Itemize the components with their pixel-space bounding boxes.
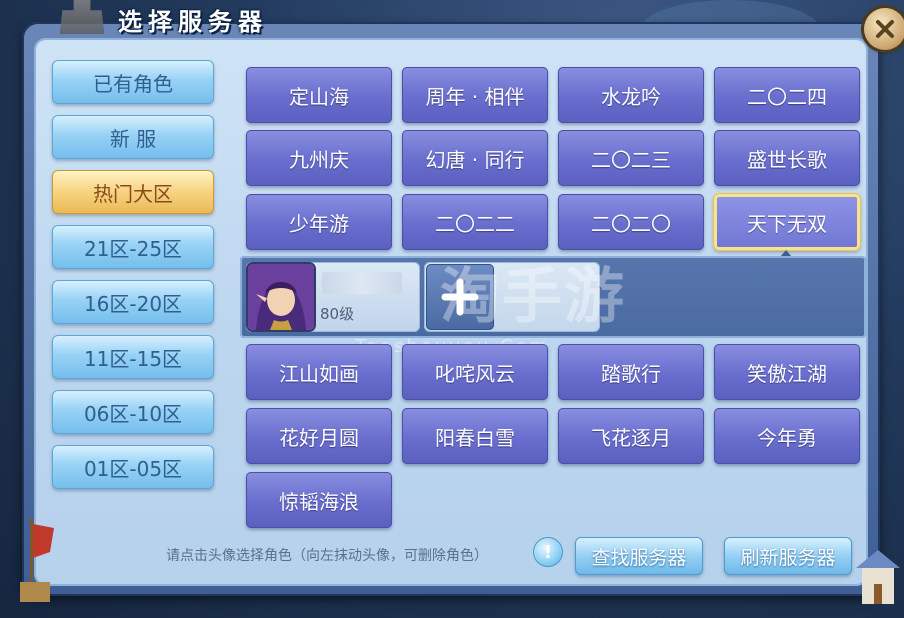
- house-decoration-icon: [856, 550, 900, 604]
- server-button[interactable]: 阳春白雪: [402, 408, 548, 464]
- server-name: 九州庆: [289, 147, 349, 172]
- server-name: 叱咤风云: [435, 361, 515, 386]
- refresh-server-button[interactable]: 刷新服务器: [724, 537, 852, 575]
- server-name: 二〇二三: [591, 147, 671, 172]
- tab-label: 16区-20区: [83, 291, 183, 316]
- server-name: 少年游: [289, 211, 349, 236]
- server-button[interactable]: 九州庆: [246, 130, 392, 186]
- server-name: 飞花逐月: [591, 425, 671, 450]
- server-name: 周年 · 相伴: [425, 84, 525, 109]
- server-name: 幻唐 · 同行: [425, 147, 525, 172]
- blurred-character-name: [322, 272, 402, 294]
- server-button[interactable]: 花好月圆: [246, 408, 392, 464]
- flag-decoration-icon: [20, 518, 54, 602]
- castle-tower-decoration: [59, 0, 105, 34]
- button-label: 刷新服务器: [740, 546, 836, 569]
- character-level: 80级: [320, 305, 355, 323]
- server-button[interactable]: 二〇二〇: [558, 194, 704, 250]
- tab-zone-11-15[interactable]: 11区-15区: [52, 335, 214, 379]
- server-button[interactable]: 水龙吟: [558, 67, 704, 123]
- server-name: 花好月圆: [279, 425, 359, 450]
- tab-hot-zones[interactable]: 热门大区: [52, 170, 214, 214]
- info-exclamation-icon[interactable]: !: [534, 538, 562, 566]
- close-icon: [876, 20, 894, 38]
- server-button[interactable]: 惊韬海浪: [246, 472, 392, 528]
- tab-zone-16-20[interactable]: 16区-20区: [52, 280, 214, 324]
- server-name: 定山海: [289, 84, 349, 109]
- server-name: 二〇二四: [747, 84, 827, 109]
- tab-label: 11区-15区: [83, 346, 183, 371]
- server-name: 踏歌行: [601, 361, 661, 386]
- tab-zone-21-25[interactable]: 21区-25区: [52, 225, 214, 269]
- tab-label: 热门大区: [93, 181, 173, 206]
- server-name: 天下无双: [747, 211, 827, 236]
- server-button[interactable]: 周年 · 相伴: [402, 67, 548, 123]
- server-name: 江山如画: [279, 361, 359, 386]
- server-button-selected[interactable]: 天下无双: [714, 194, 860, 250]
- tab-label: 21区-25区: [83, 236, 183, 261]
- tab-label: 新 服: [109, 126, 157, 151]
- server-button[interactable]: 江山如画: [246, 344, 392, 400]
- close-button[interactable]: [864, 8, 904, 50]
- server-button[interactable]: 二〇二二: [402, 194, 548, 250]
- dialog-title: 选择服务器: [118, 8, 268, 36]
- server-name: 笑傲江湖: [747, 361, 827, 386]
- tab-existing-roles[interactable]: 已有角色: [52, 60, 214, 104]
- tab-zone-01-05[interactable]: 01区-05区: [52, 445, 214, 489]
- tab-label: 已有角色: [93, 71, 173, 96]
- server-button[interactable]: 盛世长歌: [714, 130, 860, 186]
- tab-label: 01区-05区: [83, 456, 183, 481]
- server-button[interactable]: 幻唐 · 同行: [402, 130, 548, 186]
- tab-new-servers[interactable]: 新 服: [52, 115, 214, 159]
- tab-zone-06-10[interactable]: 06区-10区: [52, 390, 214, 434]
- server-name: 惊韬海浪: [279, 489, 359, 514]
- watermark-logo: 淘手游: [440, 262, 626, 332]
- server-name: 阳春白雪: [435, 425, 515, 450]
- server-button[interactable]: 今年勇: [714, 408, 860, 464]
- character-portrait-icon: [248, 264, 314, 330]
- server-button[interactable]: 叱咤风云: [402, 344, 548, 400]
- tab-label: 06区-10区: [83, 401, 183, 426]
- server-button[interactable]: 笑傲江湖: [714, 344, 860, 400]
- find-server-button[interactable]: 查找服务器: [575, 537, 703, 575]
- server-name: 二〇二二: [435, 211, 515, 236]
- server-name: 今年勇: [757, 425, 817, 450]
- server-name: 盛世长歌: [747, 147, 827, 172]
- server-name: 二〇二〇: [591, 211, 671, 236]
- hint-text: 请点击头像选择角色（向左抹动头像，可删除角色）: [166, 548, 488, 564]
- server-button[interactable]: 飞花逐月: [558, 408, 704, 464]
- avatar[interactable]: [248, 264, 314, 330]
- server-name: 水龙吟: [601, 84, 661, 109]
- server-button[interactable]: 二〇二三: [558, 130, 704, 186]
- button-label: 查找服务器: [591, 546, 687, 569]
- server-button[interactable]: 定山海: [246, 67, 392, 123]
- server-button[interactable]: 少年游: [246, 194, 392, 250]
- server-button[interactable]: 二〇二四: [714, 67, 860, 123]
- server-button[interactable]: 踏歌行: [558, 344, 704, 400]
